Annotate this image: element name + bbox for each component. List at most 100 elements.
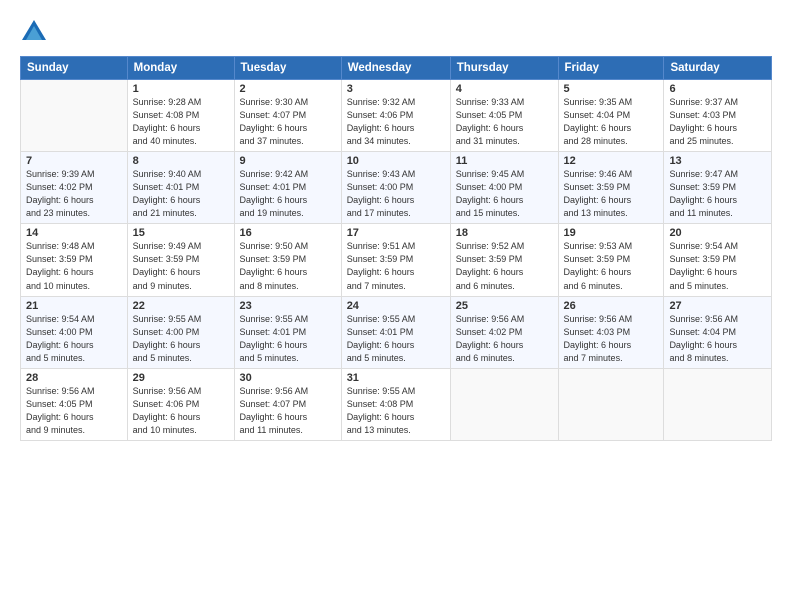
day-number: 10 (347, 155, 445, 167)
day-number: 13 (669, 155, 766, 167)
calendar-cell: 26Sunrise: 9:56 AMSunset: 4:03 PMDayligh… (558, 296, 664, 368)
calendar-cell: 28Sunrise: 9:56 AMSunset: 4:05 PMDayligh… (21, 368, 128, 440)
day-info: Sunrise: 9:53 AMSunset: 3:59 PMDaylight:… (564, 240, 659, 292)
calendar-cell: 16Sunrise: 9:50 AMSunset: 3:59 PMDayligh… (234, 224, 341, 296)
calendar-cell: 9Sunrise: 9:42 AMSunset: 4:01 PMDaylight… (234, 152, 341, 224)
calendar-cell: 5Sunrise: 9:35 AMSunset: 4:04 PMDaylight… (558, 80, 664, 152)
day-info: Sunrise: 9:47 AMSunset: 3:59 PMDaylight:… (669, 168, 766, 220)
weekday-header: Tuesday (234, 57, 341, 80)
calendar-cell: 8Sunrise: 9:40 AMSunset: 4:01 PMDaylight… (127, 152, 234, 224)
day-number: 29 (133, 372, 229, 384)
weekday-header: Friday (558, 57, 664, 80)
day-info: Sunrise: 9:54 AMSunset: 4:00 PMDaylight:… (26, 313, 122, 365)
day-number: 4 (456, 83, 553, 95)
calendar-cell: 13Sunrise: 9:47 AMSunset: 3:59 PMDayligh… (664, 152, 772, 224)
day-info: Sunrise: 9:56 AMSunset: 4:03 PMDaylight:… (564, 313, 659, 365)
calendar-cell: 30Sunrise: 9:56 AMSunset: 4:07 PMDayligh… (234, 368, 341, 440)
day-number: 27 (669, 300, 766, 312)
weekday-header: Thursday (450, 57, 558, 80)
day-info: Sunrise: 9:32 AMSunset: 4:06 PMDaylight:… (347, 96, 445, 148)
day-info: Sunrise: 9:55 AMSunset: 4:01 PMDaylight:… (240, 313, 336, 365)
calendar-cell: 29Sunrise: 9:56 AMSunset: 4:06 PMDayligh… (127, 368, 234, 440)
calendar-cell: 21Sunrise: 9:54 AMSunset: 4:00 PMDayligh… (21, 296, 128, 368)
day-info: Sunrise: 9:49 AMSunset: 3:59 PMDaylight:… (133, 240, 229, 292)
day-number: 31 (347, 372, 445, 384)
day-info: Sunrise: 9:30 AMSunset: 4:07 PMDaylight:… (240, 96, 336, 148)
day-number: 19 (564, 227, 659, 239)
day-info: Sunrise: 9:56 AMSunset: 4:05 PMDaylight:… (26, 385, 122, 437)
day-number: 9 (240, 155, 336, 167)
calendar-cell: 7Sunrise: 9:39 AMSunset: 4:02 PMDaylight… (21, 152, 128, 224)
day-info: Sunrise: 9:52 AMSunset: 3:59 PMDaylight:… (456, 240, 553, 292)
calendar-cell: 15Sunrise: 9:49 AMSunset: 3:59 PMDayligh… (127, 224, 234, 296)
calendar-cell: 18Sunrise: 9:52 AMSunset: 3:59 PMDayligh… (450, 224, 558, 296)
weekday-header: Sunday (21, 57, 128, 80)
day-number: 16 (240, 227, 336, 239)
calendar-cell (450, 368, 558, 440)
calendar-cell: 4Sunrise: 9:33 AMSunset: 4:05 PMDaylight… (450, 80, 558, 152)
calendar-cell: 24Sunrise: 9:55 AMSunset: 4:01 PMDayligh… (341, 296, 450, 368)
calendar-cell: 14Sunrise: 9:48 AMSunset: 3:59 PMDayligh… (21, 224, 128, 296)
calendar-cell (558, 368, 664, 440)
calendar-cell: 12Sunrise: 9:46 AMSunset: 3:59 PMDayligh… (558, 152, 664, 224)
day-info: Sunrise: 9:37 AMSunset: 4:03 PMDaylight:… (669, 96, 766, 148)
day-number: 26 (564, 300, 659, 312)
calendar-cell: 3Sunrise: 9:32 AMSunset: 4:06 PMDaylight… (341, 80, 450, 152)
day-number: 30 (240, 372, 336, 384)
day-info: Sunrise: 9:55 AMSunset: 4:01 PMDaylight:… (347, 313, 445, 365)
day-info: Sunrise: 9:45 AMSunset: 4:00 PMDaylight:… (456, 168, 553, 220)
day-info: Sunrise: 9:51 AMSunset: 3:59 PMDaylight:… (347, 240, 445, 292)
logo (20, 18, 52, 46)
weekday-header: Monday (127, 57, 234, 80)
page-header (20, 18, 772, 46)
calendar-cell: 1Sunrise: 9:28 AMSunset: 4:08 PMDaylight… (127, 80, 234, 152)
calendar-cell (21, 80, 128, 152)
day-number: 8 (133, 155, 229, 167)
calendar-cell (664, 368, 772, 440)
calendar-cell: 17Sunrise: 9:51 AMSunset: 3:59 PMDayligh… (341, 224, 450, 296)
day-number: 17 (347, 227, 445, 239)
day-number: 3 (347, 83, 445, 95)
calendar-cell: 23Sunrise: 9:55 AMSunset: 4:01 PMDayligh… (234, 296, 341, 368)
calendar-cell: 11Sunrise: 9:45 AMSunset: 4:00 PMDayligh… (450, 152, 558, 224)
calendar-cell: 31Sunrise: 9:55 AMSunset: 4:08 PMDayligh… (341, 368, 450, 440)
logo-icon (20, 18, 48, 46)
day-info: Sunrise: 9:56 AMSunset: 4:02 PMDaylight:… (456, 313, 553, 365)
day-number: 14 (26, 227, 122, 239)
day-number: 6 (669, 83, 766, 95)
calendar-cell: 6Sunrise: 9:37 AMSunset: 4:03 PMDaylight… (664, 80, 772, 152)
day-info: Sunrise: 9:54 AMSunset: 3:59 PMDaylight:… (669, 240, 766, 292)
day-info: Sunrise: 9:56 AMSunset: 4:04 PMDaylight:… (669, 313, 766, 365)
day-number: 22 (133, 300, 229, 312)
day-number: 18 (456, 227, 553, 239)
weekday-header: Wednesday (341, 57, 450, 80)
calendar-cell: 22Sunrise: 9:55 AMSunset: 4:00 PMDayligh… (127, 296, 234, 368)
day-number: 1 (133, 83, 229, 95)
day-number: 11 (456, 155, 553, 167)
day-info: Sunrise: 9:28 AMSunset: 4:08 PMDaylight:… (133, 96, 229, 148)
day-info: Sunrise: 9:50 AMSunset: 3:59 PMDaylight:… (240, 240, 336, 292)
day-info: Sunrise: 9:43 AMSunset: 4:00 PMDaylight:… (347, 168, 445, 220)
day-info: Sunrise: 9:42 AMSunset: 4:01 PMDaylight:… (240, 168, 336, 220)
calendar-cell: 27Sunrise: 9:56 AMSunset: 4:04 PMDayligh… (664, 296, 772, 368)
day-number: 7 (26, 155, 122, 167)
day-info: Sunrise: 9:33 AMSunset: 4:05 PMDaylight:… (456, 96, 553, 148)
calendar-table: SundayMondayTuesdayWednesdayThursdayFrid… (20, 56, 772, 441)
day-info: Sunrise: 9:56 AMSunset: 4:07 PMDaylight:… (240, 385, 336, 437)
day-number: 2 (240, 83, 336, 95)
day-info: Sunrise: 9:35 AMSunset: 4:04 PMDaylight:… (564, 96, 659, 148)
day-number: 21 (26, 300, 122, 312)
day-info: Sunrise: 9:48 AMSunset: 3:59 PMDaylight:… (26, 240, 122, 292)
day-number: 12 (564, 155, 659, 167)
day-number: 15 (133, 227, 229, 239)
day-info: Sunrise: 9:40 AMSunset: 4:01 PMDaylight:… (133, 168, 229, 220)
day-info: Sunrise: 9:55 AMSunset: 4:08 PMDaylight:… (347, 385, 445, 437)
day-number: 23 (240, 300, 336, 312)
day-number: 25 (456, 300, 553, 312)
day-number: 28 (26, 372, 122, 384)
calendar-cell: 2Sunrise: 9:30 AMSunset: 4:07 PMDaylight… (234, 80, 341, 152)
day-number: 5 (564, 83, 659, 95)
day-info: Sunrise: 9:46 AMSunset: 3:59 PMDaylight:… (564, 168, 659, 220)
calendar-cell: 19Sunrise: 9:53 AMSunset: 3:59 PMDayligh… (558, 224, 664, 296)
day-info: Sunrise: 9:56 AMSunset: 4:06 PMDaylight:… (133, 385, 229, 437)
